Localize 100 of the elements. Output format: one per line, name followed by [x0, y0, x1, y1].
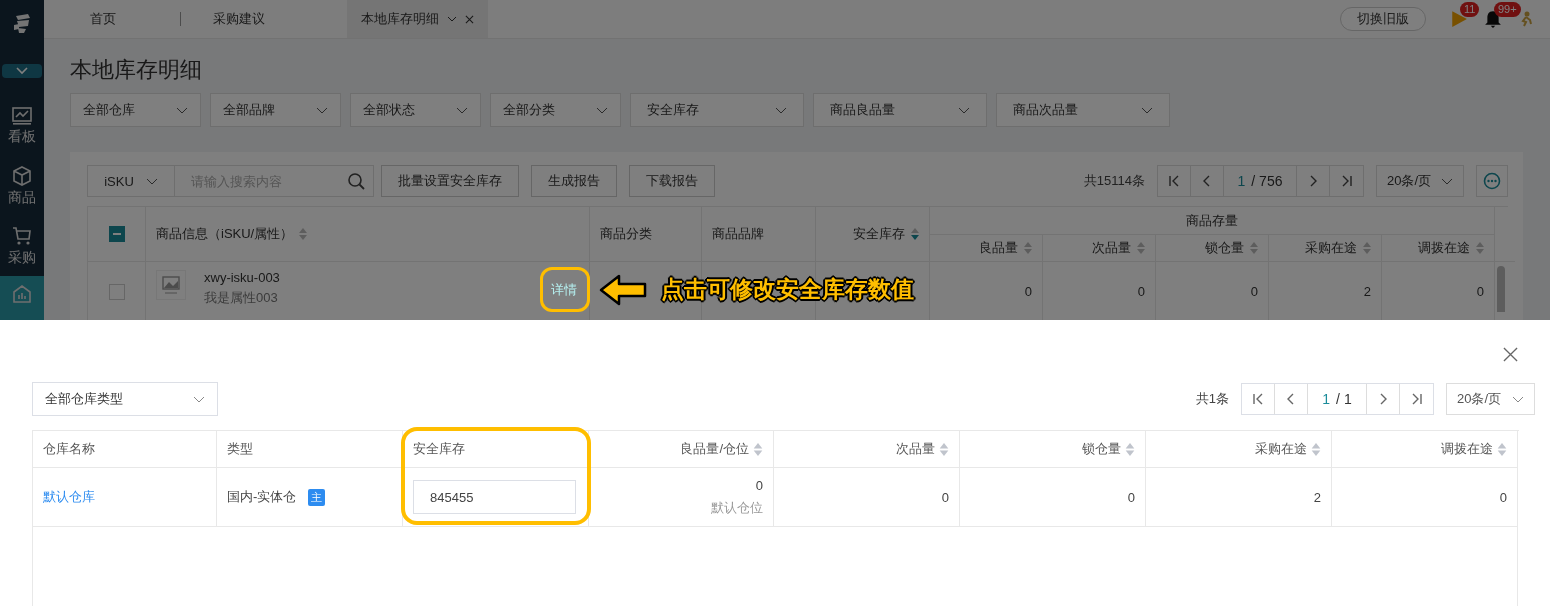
last-page-icon [1410, 393, 1423, 405]
toolbar-button[interactable]: 批量设置安全库存 [381, 165, 519, 197]
cube-icon [12, 165, 32, 186]
sort-icon[interactable] [753, 442, 763, 456]
switch-version-button[interactable]: 切换旧版 [1340, 7, 1426, 31]
chevron-icon [145, 177, 158, 185]
sku-text: xwy-isku-003 [204, 270, 280, 285]
page-total: / 756 [1251, 173, 1283, 189]
sidebar-item[interactable]: 采购 [0, 216, 44, 276]
attribute-text: 我是属性003 [204, 289, 279, 307]
tab[interactable]: 本地库存明细 [347, 0, 488, 38]
column-header: 采购在途 [1269, 235, 1382, 262]
settings-button[interactable] [1476, 165, 1508, 197]
safety-stock-field[interactable]: 845455 [413, 480, 576, 514]
column-header: 商品分类 [590, 207, 702, 262]
warehouse-icon [12, 284, 32, 304]
sidebar-item[interactable]: 商品 [0, 156, 44, 216]
annotation-text: 点击可修改安全库存数值 [661, 275, 914, 304]
toolbar-button[interactable]: 下载报告 [629, 165, 715, 197]
sort-icon[interactable] [1311, 442, 1321, 456]
chevron-icon [176, 106, 188, 114]
column-header: 锁仓量 [1156, 235, 1269, 262]
sidebar-label: 看板 [8, 127, 36, 146]
sort-icon[interactable] [1476, 242, 1484, 254]
table-cell: 0 [755, 477, 763, 493]
scrollbar-thumb[interactable] [1497, 266, 1505, 312]
column-header: 商品品牌 [702, 207, 816, 262]
warehouse-link[interactable]: 默认仓库 [43, 488, 95, 506]
close-icon[interactable] [465, 14, 474, 24]
chevron-icon [596, 106, 608, 114]
chevron-icon [1141, 106, 1153, 114]
filter-dropdown[interactable]: 全部状态 [350, 93, 481, 127]
settings-icon [1482, 171, 1502, 191]
column-header: 安全库存 [403, 431, 589, 468]
toolbar-button[interactable]: 生成报告 [531, 165, 617, 197]
row-checkbox[interactable] [108, 283, 125, 300]
column-header: 良品量 [930, 235, 1043, 262]
sort-icon[interactable] [299, 228, 308, 240]
table-cell: 0 [960, 468, 1146, 527]
table-cell: 0 [774, 468, 960, 527]
caret-icon [447, 16, 457, 22]
close-icon[interactable] [1503, 347, 1518, 362]
first-page-icon [1168, 175, 1180, 187]
page-size-dropdown[interactable]: 20条/页 [1446, 383, 1535, 415]
sidebar-item[interactable]: 看板 [0, 96, 44, 156]
chevron-icon [775, 106, 787, 114]
expand-button[interactable] [2, 64, 42, 78]
page-number[interactable]: 1 [1322, 391, 1331, 407]
notification-badge: 99+ [1494, 2, 1521, 17]
sidebar-label: 采购 [8, 248, 36, 267]
column-header: 次品量 [1043, 235, 1156, 262]
highlight-ring [540, 267, 590, 312]
column-header: 商品信息（iSKU/属性） [146, 207, 590, 262]
chevron-icon [958, 106, 970, 114]
chevron-icon [456, 106, 468, 114]
filter-dropdown[interactable]: 安全库存 [630, 93, 804, 127]
select-all-checkbox[interactable] [108, 226, 125, 242]
total-count: 共1条 [1195, 390, 1229, 408]
tab[interactable]: 采购建议 [181, 0, 297, 38]
page-size-dropdown[interactable]: 20条/页 [1376, 165, 1464, 197]
filter-dropdown[interactable]: 商品次品量 [996, 93, 1170, 127]
page-title: 本地库存明细 [70, 57, 203, 83]
first-page-icon [1252, 393, 1264, 405]
sidebar-label: 商品 [8, 188, 36, 207]
chevron-icon [1441, 177, 1453, 185]
column-header: 安全库存 [816, 207, 930, 262]
search-type-dropdown[interactable]: iSKU [87, 165, 175, 197]
sort-icon[interactable] [1125, 442, 1135, 456]
column-header: 良品量/仓位 [589, 431, 774, 468]
sort-icon[interactable] [939, 442, 949, 456]
location-text: 默认仓位 [711, 498, 763, 517]
sort-icon[interactable] [1363, 242, 1371, 254]
image-placeholder-icon [156, 270, 186, 300]
filter-dropdown[interactable]: 商品良品量 [813, 93, 987, 127]
sort-icon[interactable] [911, 228, 919, 240]
chevron-icon [193, 395, 205, 403]
tab[interactable]: 首页 [58, 0, 180, 38]
table-cell: 2 [1146, 468, 1332, 527]
filter-dropdown[interactable]: 全部分类 [490, 93, 621, 127]
figure-icon[interactable] [1518, 11, 1534, 27]
page-number[interactable]: 1 [1237, 173, 1246, 189]
warehouse-type: 国内-实体仓 [227, 488, 297, 506]
cart-icon [12, 225, 32, 246]
sidebar-item[interactable] [0, 276, 44, 322]
page-total: / 1 [1336, 391, 1352, 407]
sort-icon[interactable] [1024, 242, 1032, 254]
detail-link[interactable]: 详情 [551, 281, 577, 299]
arrow-icon [599, 274, 647, 306]
filter-dropdown[interactable]: 全部仓库 [70, 93, 201, 127]
chevron-icon [316, 106, 328, 114]
sort-icon[interactable] [1137, 242, 1145, 254]
sort-icon[interactable] [1497, 442, 1507, 456]
primary-tag: 主 [308, 488, 326, 506]
warehouse-type-dropdown[interactable]: 全部仓库类型 [32, 382, 218, 416]
filter-dropdown[interactable]: 全部品牌 [210, 93, 341, 127]
column-header: 调拨在途 [1332, 431, 1518, 468]
column-header: 调拨在途 [1382, 235, 1495, 262]
table-cell: 0 [1332, 468, 1518, 527]
sort-icon[interactable] [1250, 242, 1258, 254]
search-icon[interactable] [347, 172, 365, 190]
